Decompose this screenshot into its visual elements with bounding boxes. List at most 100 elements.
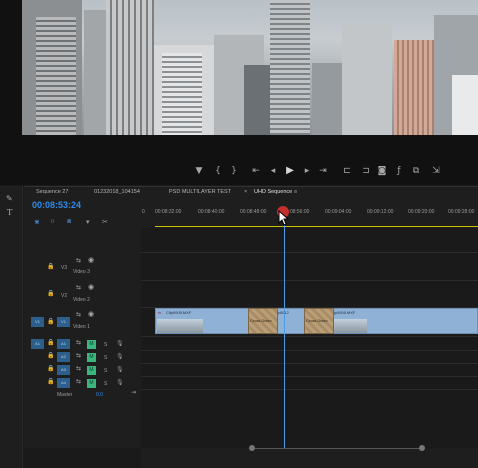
playhead-timecode[interactable]: 00:08:53:24: [32, 200, 81, 210]
tab-01232018[interactable]: 01232018_104154: [94, 189, 140, 195]
eye-icon[interactable]: ◉: [88, 256, 94, 264]
sync-lock-icon[interactable]: ⇆: [76, 311, 81, 318]
lock-icon[interactable]: 🔒: [47, 339, 54, 346]
clip-thumbnail: [157, 319, 203, 333]
microphone-icon[interactable]: 🎙: [116, 366, 124, 373]
fx-badge-icon: fx: [158, 310, 162, 315]
ruler-label: 00:09:04:00: [325, 209, 352, 215]
track-id-v3: V3: [61, 265, 68, 271]
mute-button-a1[interactable]: M: [87, 340, 96, 349]
track-headers: [24, 228, 141, 448]
video-clip[interactable]: fx Clip0005.MXF: [155, 308, 263, 334]
camera-icon[interactable]: ◙: [376, 164, 388, 178]
track-id-v2: V2: [61, 293, 68, 299]
close-tab-icon[interactable]: ×: [244, 189, 247, 195]
scrollbar-thumb[interactable]: [253, 448, 423, 449]
transition-label: Cross Disso: [250, 318, 272, 323]
mark-out-icon[interactable]: }: [228, 164, 240, 178]
panel-menu-icon[interactable]: ≡: [294, 189, 297, 195]
eye-icon[interactable]: ◉: [88, 283, 94, 291]
track-target-a1[interactable]: A1: [57, 339, 70, 349]
type-tool-icon[interactable]: T: [7, 208, 12, 217]
lock-icon[interactable]: 🔒: [47, 365, 54, 372]
marker-icon[interactable]: ▼: [193, 164, 205, 178]
master-volume-value[interactable]: 0.0: [96, 392, 103, 398]
cross-dissolve-transition[interactable]: Cross Disso: [304, 308, 334, 334]
go-to-out-icon[interactable]: ⇥: [317, 164, 329, 178]
lock-icon[interactable]: 🔒: [47, 263, 54, 270]
pen-icon[interactable]: ✎: [6, 194, 13, 203]
snap-icon[interactable]: ⋇: [34, 218, 40, 226]
fx-icon[interactable]: ƒ: [393, 164, 405, 178]
linked-selection-icon[interactable]: ∩: [50, 218, 55, 225]
ruler-label: 00:09:12:00: [367, 209, 394, 215]
sync-lock-icon[interactable]: ⇆: [76, 339, 81, 346]
source-patch-a1[interactable]: A1: [31, 339, 44, 349]
lock-icon[interactable]: 🔒: [47, 352, 54, 359]
solo-button-a1[interactable]: S: [104, 342, 107, 348]
track-area[interactable]: [141, 228, 478, 448]
mouse-cursor-icon: [278, 210, 290, 226]
transition-label: Cross Disso: [306, 318, 328, 323]
vr-icon[interactable]: ⇲: [430, 164, 442, 178]
ruler-label: 00:09:20:00: [408, 209, 435, 215]
marker-icon[interactable]: ▾: [86, 218, 90, 226]
timeline-tab-bar: Sequence 27 01232018_104154 PSD MULTILAY…: [24, 186, 478, 201]
ruler-label: 0: [142, 209, 145, 215]
track-target-v1[interactable]: V1: [57, 317, 70, 327]
tab-uhd-sequence[interactable]: UHD Sequence: [254, 189, 292, 195]
step-back-icon[interactable]: ◂: [267, 164, 279, 178]
overwrite-icon[interactable]: ⊐: [360, 164, 372, 178]
track-name-v2: Video 2: [73, 297, 90, 303]
tab-sequence-27[interactable]: Sequence 27: [36, 189, 68, 195]
eye-icon[interactable]: ◉: [88, 310, 94, 318]
go-to-end-icon[interactable]: ⇥: [131, 389, 136, 396]
track-name-v3: Video 3: [73, 269, 90, 275]
master-track-label: Master: [57, 392, 73, 398]
lock-icon[interactable]: 🔒: [47, 378, 54, 385]
microphone-icon[interactable]: 🎙: [116, 353, 124, 360]
ruler-label: 00:08:32:00: [155, 209, 182, 215]
video-frame: [22, 0, 478, 135]
solo-button-a4[interactable]: S: [104, 381, 107, 387]
lock-icon[interactable]: 🔒: [47, 318, 54, 325]
video-clip[interactable]: fx Clip0005.MXF: [319, 308, 478, 334]
solo-button-a3[interactable]: S: [104, 368, 107, 374]
scrollbar-handle-right[interactable]: [419, 445, 425, 451]
source-patch-v1[interactable]: V1: [31, 317, 44, 327]
sync-lock-icon[interactable]: ⇆: [76, 365, 81, 372]
playhead-line[interactable]: [284, 210, 285, 448]
cross-dissolve-transition[interactable]: Cross Disso: [248, 308, 278, 334]
insert-icon[interactable]: ⊏: [341, 164, 353, 178]
track-target-a4[interactable]: A4: [57, 378, 70, 388]
play-icon[interactable]: ▶: [284, 164, 296, 178]
program-monitor: ▼ { } ⇤ ◂ ▶ ▸ ⇥ ⊏ ⊐ ◙ ƒ ⧉ ⇲: [0, 0, 478, 185]
render-bar: [155, 226, 478, 227]
mark-in-icon[interactable]: {: [212, 164, 224, 178]
comparison-view-icon[interactable]: ⧉: [410, 164, 422, 178]
add-marker-icon[interactable]: ⧈: [67, 218, 71, 226]
sync-lock-icon[interactable]: ⇆: [76, 257, 81, 264]
sync-lock-icon[interactable]: ⇆: [76, 352, 81, 359]
tab-psd-multilayer[interactable]: PSD MULTILAYER TEST: [169, 189, 231, 195]
mute-button-a4[interactable]: M: [87, 379, 96, 388]
go-to-in-icon[interactable]: ⇤: [250, 164, 262, 178]
sync-lock-icon[interactable]: ⇆: [76, 284, 81, 291]
lock-icon[interactable]: 🔒: [47, 290, 54, 297]
step-forward-icon[interactable]: ▸: [301, 164, 313, 178]
ruler-label: 00:08:48:00: [240, 209, 267, 215]
scrollbar-handle-left[interactable]: [249, 445, 255, 451]
timeline-scrollbar[interactable]: [141, 445, 478, 468]
track-target-a2[interactable]: A2: [57, 352, 70, 362]
track-target-a3[interactable]: A3: [57, 365, 70, 375]
track-name-v1: Video 1: [73, 324, 90, 330]
wrench-icon[interactable]: ✂: [102, 218, 108, 226]
mute-button-a3[interactable]: M: [87, 366, 96, 375]
ruler-label: 00:09:28:00: [448, 209, 475, 215]
microphone-icon[interactable]: 🎙: [116, 340, 124, 347]
mute-button-a2[interactable]: M: [87, 353, 96, 362]
tools-panel: ✎ T: [0, 186, 23, 468]
microphone-icon[interactable]: 🎙: [116, 379, 124, 386]
solo-button-a2[interactable]: S: [104, 355, 107, 361]
sync-lock-icon[interactable]: ⇆: [76, 378, 81, 385]
